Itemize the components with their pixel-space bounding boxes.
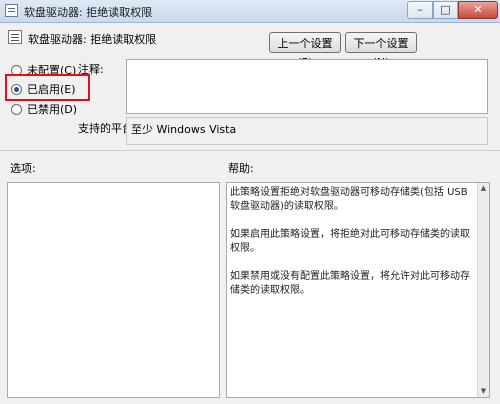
highlight-box bbox=[5, 74, 90, 101]
maximize-button[interactable]: □ bbox=[433, 1, 458, 19]
radio-disabled[interactable]: 已禁用(D) bbox=[11, 101, 77, 117]
scroll-up-icon[interactable]: ▲ bbox=[478, 183, 489, 194]
options-label: 选项: bbox=[10, 162, 36, 175]
section-divider bbox=[0, 150, 500, 151]
scroll-down-icon[interactable]: ▼ bbox=[478, 386, 489, 397]
next-setting-button[interactable]: 下一个设置(N) bbox=[345, 32, 417, 69]
minimize-button[interactable]: – bbox=[407, 1, 433, 19]
help-paragraph: 如果禁用或没有配置此策略设置，将允许对此可移动存储类的读取权限。 bbox=[230, 271, 470, 296]
help-scrollbar[interactable]: ▲ ▼ bbox=[477, 183, 489, 397]
policy-editor-window: 软盘驱动器: 拒绝读取权限 – □ ✕ 软盘驱动器: 拒绝读取权限 上一个设置(… bbox=[0, 0, 500, 404]
previous-setting-button[interactable]: 上一个设置(P) bbox=[269, 32, 341, 69]
close-button[interactable]: ✕ bbox=[458, 1, 498, 19]
comment-field[interactable] bbox=[126, 59, 488, 114]
setting-title: 软盘驱动器: 拒绝读取权限 bbox=[28, 33, 157, 46]
setting-icon bbox=[8, 30, 22, 44]
help-paragraph: 如果启用此策略设置，将拒绝对此可移动存储类的读取权限。 bbox=[230, 229, 470, 254]
help-label: 帮助: bbox=[228, 162, 254, 175]
window-title: 软盘驱动器: 拒绝读取权限 bbox=[24, 6, 153, 19]
platform-field: 至少 Windows Vista bbox=[126, 117, 488, 145]
title-bar[interactable]: 软盘驱动器: 拒绝读取权限 – □ ✕ bbox=[0, 0, 500, 23]
comment-label: 注释: bbox=[78, 63, 104, 76]
policy-icon bbox=[5, 4, 18, 17]
options-pane[interactable] bbox=[7, 182, 220, 398]
radio-disabled-label[interactable]: 已禁用(D) bbox=[27, 101, 77, 117]
radio-disabled-circle[interactable] bbox=[11, 103, 22, 115]
help-paragraph: 此策略设置拒绝对软盘驱动器可移动存储类(包括 USB 软盘驱动器)的读取权限。 bbox=[230, 187, 468, 212]
help-pane[interactable]: 此策略设置拒绝对软盘驱动器可移动存储类(包括 USB 软盘驱动器)的读取权限。 … bbox=[226, 182, 490, 398]
